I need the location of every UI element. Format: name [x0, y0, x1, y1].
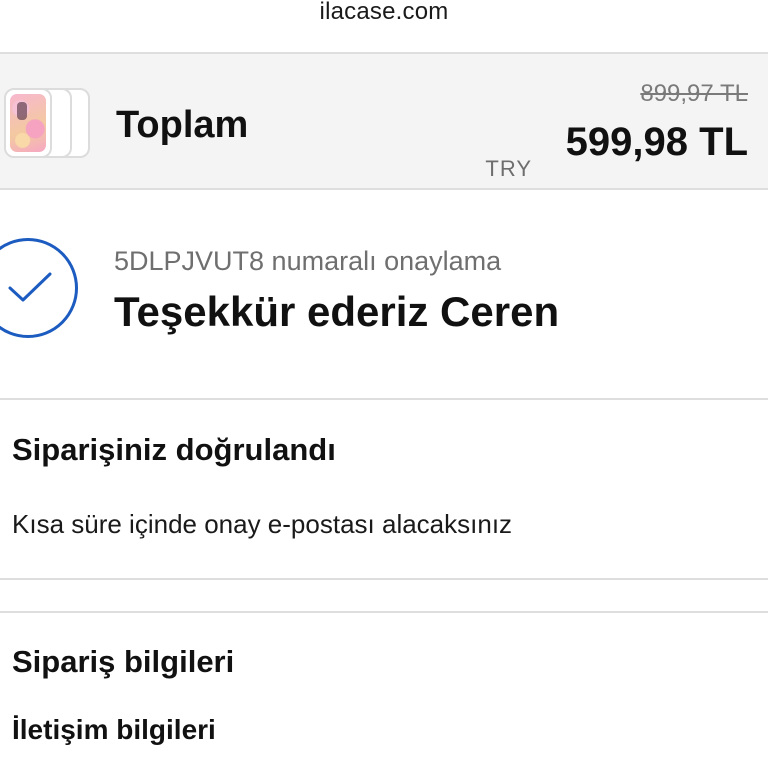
order-verified-description: Kısa süre içinde onay e-postası alacaksı…: [12, 509, 513, 539]
thank-you-heading: Teşekkür ederiz Ceren: [114, 288, 560, 335]
site-url[interactable]: ilacase.com: [0, 0, 768, 26]
total-label: Toplam: [116, 104, 249, 146]
order-summary-bar[interactable]: Toplam 899,97 TL TRY 599,98 TL: [0, 52, 768, 190]
product-thumbnail-stack: [0, 88, 98, 160]
contact-info-heading: İletişim bilgileri: [12, 714, 216, 745]
divider: [0, 578, 768, 580]
divider: [0, 398, 768, 400]
total-price: 599,98 TL: [565, 120, 748, 164]
order-details-title: Sipariş bilgileri: [12, 644, 235, 679]
product-image: [4, 88, 52, 158]
order-verified-title: Siparişiniz doğrulandı: [12, 432, 336, 467]
address-bar[interactable]: ilacase.com: [0, 0, 768, 38]
phone-case-art: [10, 94, 46, 152]
camera-lens-icon: [17, 102, 27, 120]
confirmation-number: 5DLPJVUT8 numaralı onaylama: [114, 246, 502, 276]
currency-code: TRY: [485, 156, 532, 181]
checkmark-icon: [8, 272, 52, 302]
checkmark-circle-icon: [0, 238, 78, 338]
divider: [0, 611, 768, 613]
checkout-confirmation-page: ilacase.com Toplam 899,97 TL TRY 599,98 …: [0, 0, 768, 768]
original-price: 899,97 TL: [640, 80, 748, 107]
